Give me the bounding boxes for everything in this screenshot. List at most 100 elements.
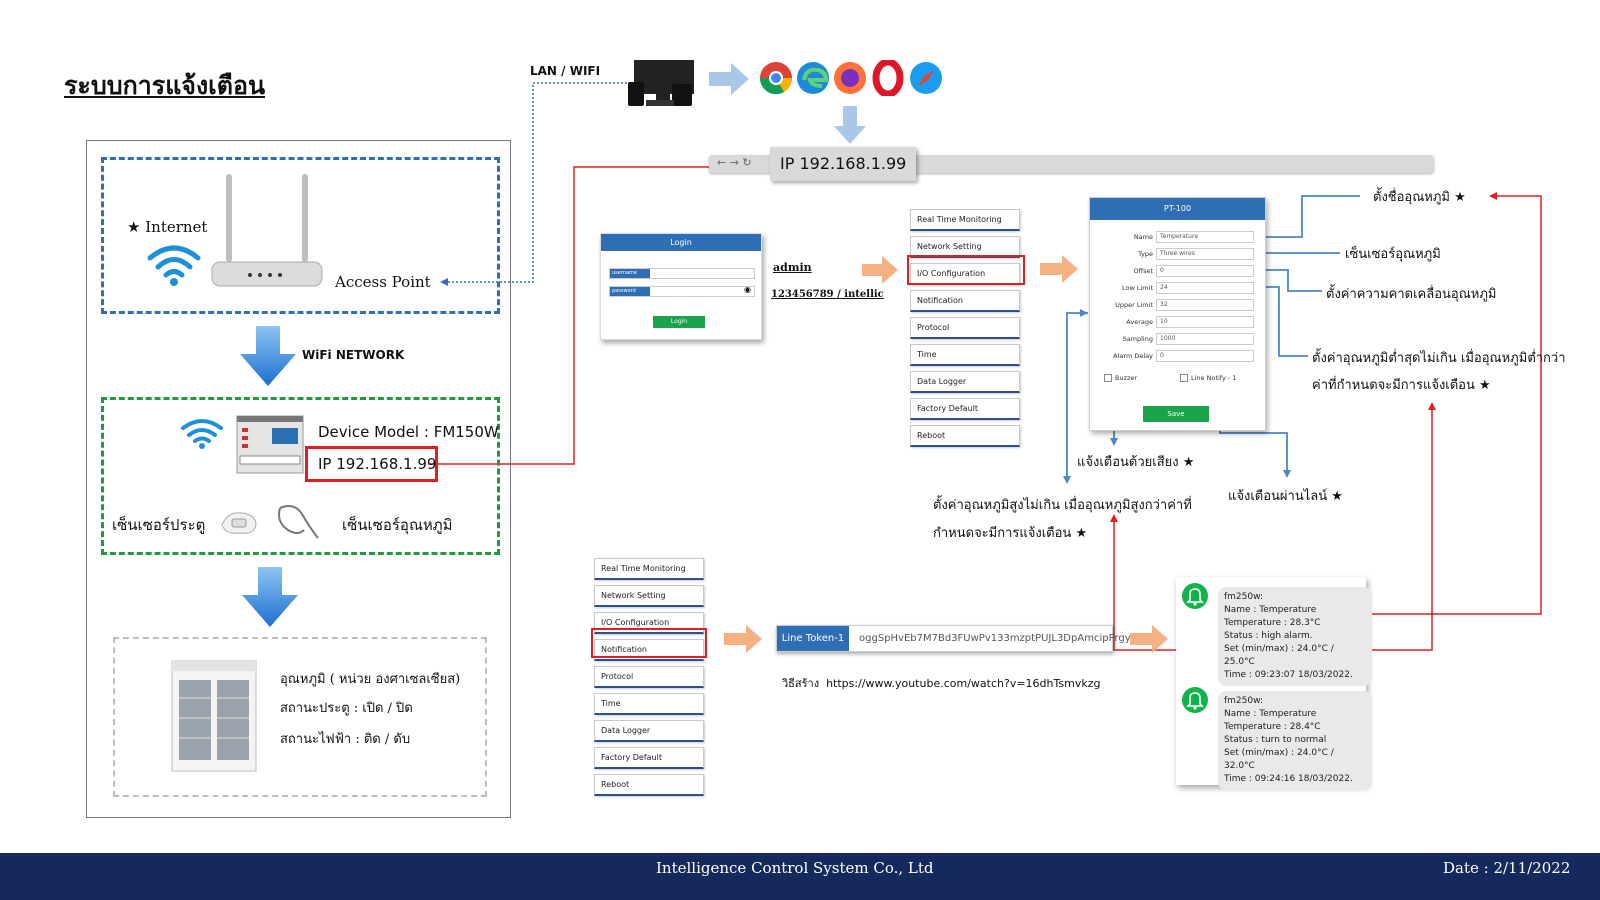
wifi-icon	[181, 419, 223, 449]
fridge-icon	[171, 660, 257, 772]
form-label: Sampling	[1122, 335, 1153, 343]
form-label: Average	[1126, 318, 1153, 326]
menu-item[interactable]: Protocol	[594, 666, 704, 688]
device-ip-highlight: IP 192.168.1.99	[305, 446, 438, 482]
save-button[interactable]: Save	[1143, 406, 1209, 422]
io-config-highlight	[907, 255, 1025, 285]
arrow-right-icon	[862, 256, 898, 284]
form-input[interactable]: 0	[1156, 265, 1254, 277]
annotation-low-limit-1: ตั้งค่าอุณหภูมิต่ำสุดไม่เกิน เมื่ออุณหภู…	[1312, 351, 1566, 366]
form-label: Upper Limit	[1115, 301, 1153, 309]
annotation-upper-2: กำหนดจะมีการแจ้งเตือน ★	[933, 526, 1088, 541]
notification-highlight	[591, 628, 707, 658]
device-module-icon	[236, 415, 304, 474]
form-label: Alarm Delay	[1113, 352, 1153, 360]
form-input[interactable]: Three wires	[1156, 248, 1254, 260]
access-point-label: Access Point	[335, 273, 431, 291]
form-row: Name Temperature	[1090, 231, 1265, 243]
annotation-upper-1: ตั้งค่าอุณหภูมิสูงไม่เกิน เมื่ออุณหภูมิส…	[933, 498, 1192, 513]
line-notify-checkbox[interactable]: Line Notify - 1	[1180, 374, 1236, 382]
notification-message: fm250w: Name : Temperature Temperature : 2…	[1218, 587, 1372, 686]
form-input[interactable]: 24	[1156, 282, 1254, 294]
menu-item[interactable]: Real Time Monitoring	[594, 558, 704, 580]
arrow-right-icon	[709, 63, 749, 95]
menu-item[interactable]: Time	[910, 344, 1020, 366]
notification-line: Temperature : 28.4°C	[1224, 722, 1321, 732]
form-row: Average 10	[1090, 316, 1265, 328]
menu-item[interactable]: Notification	[910, 290, 1020, 312]
howto-url-link[interactable]: https://www.youtube.com/watch?v=16dhTsmv…	[826, 677, 1100, 690]
menu-item[interactable]: Reboot	[910, 425, 1020, 447]
menu-item[interactable]: Factory Default	[594, 747, 704, 769]
devices-icon	[628, 60, 694, 106]
internet-label: ★ Internet	[127, 218, 208, 236]
notification-line: Status : high alarm.	[1224, 631, 1313, 641]
notification-menu: Real Time Monitoring Network Setting I/O C…	[594, 558, 704, 801]
temp-sensor-label: เซ็นเซอร์อุณหภูมิ	[342, 516, 453, 534]
form-label: Low Limit	[1122, 284, 1153, 292]
form-input[interactable]: 0	[1156, 350, 1254, 362]
arrow-right-icon	[1040, 255, 1078, 283]
form-input[interactable]: 1000	[1156, 333, 1254, 345]
fridge-door-label: สถานะประตู : เปิด / ปิด	[280, 701, 413, 716]
form-row: Alarm Delay 0	[1090, 350, 1265, 362]
fridge-power-label: สถานะไฟฟ้า : ติด / ดับ	[280, 732, 411, 747]
line-token-label: Line Token-1	[777, 626, 849, 651]
arrow-down-icon	[242, 567, 298, 627]
opera-icon	[872, 60, 904, 96]
login-button[interactable]: Login	[653, 316, 705, 328]
menu-item[interactable]: Reboot	[594, 774, 704, 796]
menu-item[interactable]: Data Logger	[910, 371, 1020, 393]
form-label: Type	[1138, 250, 1153, 258]
menu-item[interactable]: Protocol	[910, 317, 1020, 339]
form-row: Low Limit 24	[1090, 282, 1265, 294]
notification-line: fm250w:	[1224, 592, 1264, 602]
username-field[interactable]: username	[609, 268, 755, 279]
temp-sensor-icon	[278, 505, 319, 539]
menu-item[interactable]: Real Time Monitoring	[910, 209, 1020, 231]
menu-item[interactable]: Factory Default	[910, 398, 1020, 420]
notification-line: fm250w:	[1224, 696, 1264, 706]
notification-line: Name : Temperature	[1224, 709, 1317, 719]
line-notification-panel: fm250w: Name : Temperature Temperature : 2…	[1176, 577, 1372, 790]
line-token-value[interactable]: oggSpHvEb7M7Bd3FUwPv133mzptPUJL3DpAmcipP…	[859, 626, 1131, 651]
footer-bar: Intelligence Control System Co., Ltd Dat…	[0, 853, 1600, 900]
door-sensor-icon	[221, 512, 257, 534]
arrow-right-icon	[1130, 625, 1168, 653]
annotation-sensor-name: ตั้งชื่ออุณหภูมิ ★	[1373, 190, 1466, 205]
notification-message: fm250w: Name : Temperature Temperature : 2…	[1218, 691, 1372, 790]
notification-line: Set (min/max) : 24.0°C / 32.0°C	[1224, 748, 1334, 771]
buzzer-checkbox[interactable]: Buzzer	[1104, 374, 1137, 382]
annotation-buzzer: แจ้งเตือนด้วยเสียง ★	[1077, 455, 1195, 470]
fridge-temp-label: อุณหภูมิ ( หน่วย องศาเซลเซียส)	[280, 672, 461, 687]
bell-icon	[1182, 583, 1208, 609]
notification-line: Time : 09:24:16 18/03/2022.	[1224, 774, 1353, 784]
pt100-header: PT-100	[1090, 198, 1265, 220]
notification-line: Name : Temperature	[1224, 605, 1317, 615]
form-input[interactable]: 10	[1156, 316, 1254, 328]
username-label: username	[610, 269, 650, 278]
menu-item[interactable]: Network Setting	[594, 585, 704, 607]
browser-icons	[759, 60, 942, 96]
login-header: Login	[601, 234, 761, 251]
login-user-text: admin	[773, 261, 812, 274]
annotation-line: แจ้งเตือนผ่านไลน์ ★	[1228, 489, 1343, 504]
footer-company: Intelligence Control System Co., Ltd	[656, 859, 934, 877]
config-menu: Real Time Monitoring Network Setting I/O C…	[910, 209, 1020, 452]
login-pass-text: 123456789 / intellic	[771, 289, 884, 300]
browser-ip-field[interactable]: IP 192.168.1.99	[770, 147, 916, 181]
menu-item[interactable]: Data Logger	[594, 720, 704, 742]
eye-icon[interactable]: ◉	[744, 285, 751, 294]
browser-nav-icons[interactable]: ← → ↻	[717, 156, 752, 169]
wifi-icon	[147, 245, 201, 286]
form-input[interactable]: Temperature	[1156, 231, 1254, 243]
menu-item[interactable]: Time	[594, 693, 704, 715]
notification-line: Temperature : 28.3°C	[1224, 618, 1321, 628]
wifi-network-label: WiFi NETWORK	[302, 348, 405, 362]
annotation-sensor-type: เซ็นเซอร์อุณหภูมิ	[1345, 247, 1441, 262]
notification-line: Set (min/max) : 24.0°C / 25.0°C	[1224, 644, 1334, 667]
line-token-field[interactable]: Line Token-1 oggSpHvEb7M7Bd3FUwPv133mzpt…	[776, 625, 1131, 652]
login-panel: Login username password ◉ Login	[600, 233, 762, 340]
form-input[interactable]: 32	[1156, 299, 1254, 311]
password-field[interactable]: password ◉	[609, 285, 755, 297]
